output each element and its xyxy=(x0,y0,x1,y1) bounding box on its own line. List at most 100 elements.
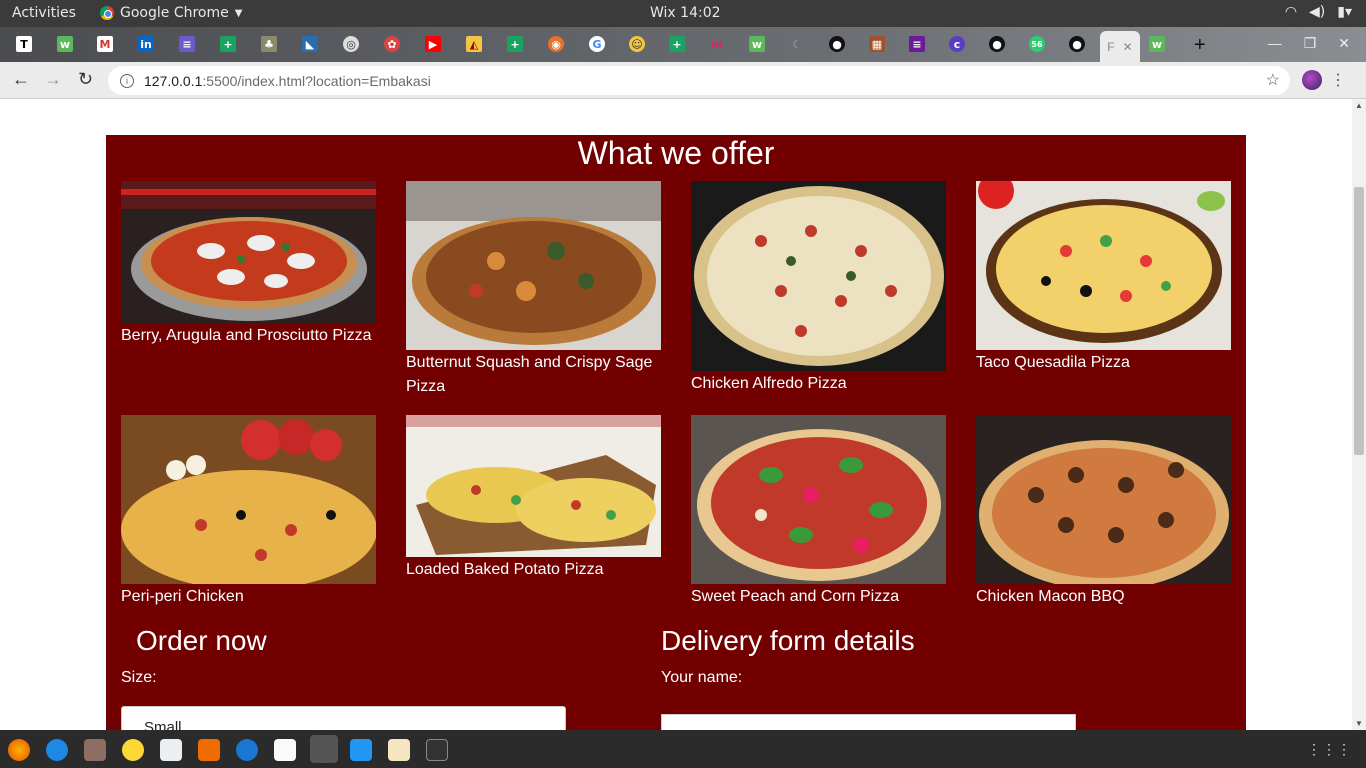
activities-button[interactable]: Activities xyxy=(12,5,76,21)
pizza-icon: ▦ xyxy=(869,36,885,52)
profile-avatar[interactable] xyxy=(1302,70,1322,90)
software-icon[interactable] xyxy=(198,739,220,761)
tab[interactable]: ☺ xyxy=(625,33,649,55)
github-icon: ● xyxy=(829,36,845,52)
pizza-photo xyxy=(691,181,946,371)
vscode-icon[interactable] xyxy=(350,739,372,761)
menu-item[interactable]: Taco Quesadila Pizza xyxy=(976,181,1231,375)
writer-icon[interactable] xyxy=(160,739,182,761)
menu-item-caption: Chicken Alfredo Pizza xyxy=(691,375,847,392)
tab[interactable]: ◉ xyxy=(544,33,568,55)
tab-strip: T w M in ≡ + ♣ ◣ ◎ ✿ ▶ ◭ + ◉ G ☺ + m w ☾… xyxy=(0,27,1366,62)
show-apps-icon[interactable]: ⋮⋮⋮ xyxy=(1307,741,1352,758)
menu-item[interactable]: Peri-peri Chicken xyxy=(121,415,376,609)
tab[interactable]: ▦ xyxy=(865,33,889,55)
pizza-photo xyxy=(406,181,661,350)
tab[interactable]: ● xyxy=(985,33,1009,55)
size-label: Size: xyxy=(121,669,157,686)
pizza-photo xyxy=(121,415,376,584)
tab[interactable]: ◎ xyxy=(339,33,363,55)
tab[interactable]: ☾ xyxy=(785,33,809,55)
tab[interactable]: + xyxy=(665,33,689,55)
rhythmbox-icon[interactable] xyxy=(122,739,144,761)
text-editor-icon[interactable] xyxy=(388,739,410,761)
tab[interactable]: G xyxy=(585,33,609,55)
tab[interactable]: ◣ xyxy=(298,33,322,55)
page-scrollbar[interactable]: ▲ ▼ xyxy=(1352,99,1366,730)
emoji-icon: ☺ xyxy=(629,36,645,52)
tab[interactable]: m xyxy=(705,33,729,55)
tab[interactable]: ● xyxy=(825,33,849,55)
address-bar[interactable]: i 127.0.0.1:5500/index.html?location=Emb… xyxy=(108,66,1290,95)
tab[interactable]: + xyxy=(216,33,240,55)
chrome-dock-icon[interactable] xyxy=(310,735,338,763)
tab[interactable]: w xyxy=(53,33,77,55)
tab[interactable]: M xyxy=(93,33,117,55)
new-tab-button[interactable]: + xyxy=(1194,34,1206,57)
order-now-heading: Order now xyxy=(136,625,267,656)
active-tab-title: F xyxy=(1107,39,1115,54)
tab[interactable]: ≡ xyxy=(175,33,199,55)
tab[interactable]: ◭ xyxy=(462,33,486,55)
bookmark-star-icon[interactable]: ☆ xyxy=(1266,70,1280,90)
tab[interactable]: ♣ xyxy=(257,33,281,55)
tab[interactable]: T xyxy=(12,33,36,55)
thunderbird-icon[interactable] xyxy=(46,739,68,761)
scroll-down-icon[interactable]: ▼ xyxy=(1355,719,1363,728)
menu-item-caption: Chicken Macon BBQ xyxy=(976,588,1125,605)
active-tab[interactable]: F ✕ xyxy=(1100,31,1140,62)
menu-item-caption: Peri-peri Chicken xyxy=(121,588,244,605)
close-window-icon[interactable]: ✕ xyxy=(1338,35,1350,52)
firefox-icon[interactable] xyxy=(8,739,30,761)
tab[interactable]: ▶ xyxy=(421,33,445,55)
scroll-up-icon[interactable]: ▲ xyxy=(1355,101,1363,110)
size-select[interactable]: Small xyxy=(121,706,566,730)
page-viewport: What we offer Berry, Arugula and Prosciu… xyxy=(0,99,1352,730)
tab[interactable]: in xyxy=(134,33,158,55)
info-icon[interactable]: i xyxy=(120,73,134,88)
pizza-photo xyxy=(121,181,376,323)
tab[interactable]: 56 xyxy=(1025,33,1049,55)
tab[interactable]: ● xyxy=(1065,33,1089,55)
menu-item[interactable]: Chicken Alfredo Pizza xyxy=(691,181,946,396)
menu-item[interactable]: Loaded Baked Potato Pizza xyxy=(406,415,661,582)
maximize-icon[interactable]: ❐ xyxy=(1304,35,1317,52)
menu-item[interactable]: Chicken Macon BBQ xyxy=(976,415,1231,609)
files-icon[interactable] xyxy=(84,739,106,761)
back-icon[interactable]: ← xyxy=(12,69,30,90)
amazon-icon[interactable] xyxy=(274,739,296,761)
linkedin-icon: in xyxy=(138,36,154,52)
name-label: Your name: xyxy=(661,669,743,686)
terminal-icon[interactable] xyxy=(426,739,448,761)
menu-item-caption: Loaded Baked Potato Pizza xyxy=(406,561,604,578)
tab[interactable]: ✿ xyxy=(380,33,404,55)
tab[interactable]: + xyxy=(503,33,527,55)
menu-item[interactable]: Berry, Arugula and Prosciutto Pizza xyxy=(121,181,376,348)
name-input[interactable] xyxy=(661,714,1076,730)
forward-icon[interactable]: → xyxy=(44,69,62,90)
gmail-icon: M xyxy=(97,36,113,52)
tab[interactable]: w xyxy=(745,33,769,55)
menu-icon[interactable]: ⋮ xyxy=(1330,70,1346,90)
system-tray[interactable]: ◠ ◀) ▮▾ xyxy=(1285,4,1352,20)
url-host: 127.0.0.1 xyxy=(144,72,203,89)
plus-favicon-icon: + xyxy=(220,36,236,52)
minimize-icon[interactable]: — xyxy=(1268,35,1282,52)
help-icon[interactable] xyxy=(236,739,258,761)
menu-item[interactable]: Sweet Peach and Corn Pizza xyxy=(691,415,946,609)
taskbar-dock: ⋮⋮⋮ xyxy=(0,730,1366,768)
browser-toolbar: ← → ↻ i 127.0.0.1:5500/index.html?locati… xyxy=(0,62,1366,99)
scroll-thumb[interactable] xyxy=(1354,187,1364,455)
clock[interactable]: Wix 14:02 xyxy=(650,5,721,21)
menu-item[interactable]: Butternut Squash and Crispy Sage Pizza xyxy=(406,181,661,399)
close-tab-icon[interactable]: ✕ xyxy=(1123,40,1133,54)
tab[interactable]: w xyxy=(1145,33,1169,55)
m-favicon-icon: m xyxy=(711,37,723,51)
app-menu-label: Google Chrome xyxy=(120,5,229,21)
app-menu[interactable]: Google Chrome ▼ xyxy=(100,5,242,21)
tab[interactable]: ≡ xyxy=(905,33,929,55)
reload-icon[interactable]: ↻ xyxy=(78,69,93,90)
plus-favicon-icon: + xyxy=(507,36,523,52)
tab[interactable]: c xyxy=(945,33,969,55)
window-controls: — ❐ ✕ xyxy=(1268,35,1350,52)
